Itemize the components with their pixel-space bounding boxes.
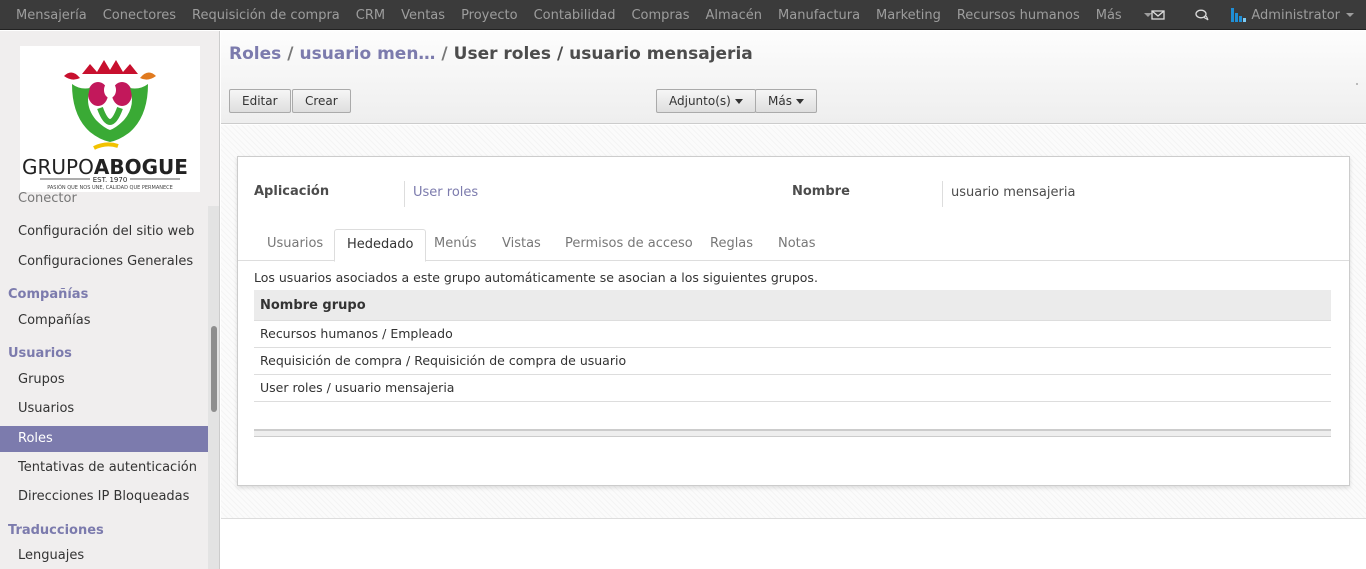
column-header-group-name[interactable]: Nombre grupo — [254, 290, 1331, 321]
more-label: Más — [768, 94, 792, 108]
table-row[interactable]: User roles / usuario mensajeria — [254, 375, 1331, 402]
sidebar-item-groups[interactable]: Grupos — [0, 367, 208, 393]
chat-icon[interactable] — [1195, 8, 1209, 22]
attachments-button[interactable]: Adjunto(s) — [656, 89, 756, 113]
sidebar-section-users[interactable]: Usuarios — [8, 346, 72, 361]
sidebar-item-general-config[interactable]: Configuraciones Generales — [0, 249, 208, 275]
sidebar-item-website-config[interactable]: Configuración del sitio web — [0, 219, 208, 245]
field-application: User roles — [404, 181, 478, 207]
sidebar-scrollbar-thumb[interactable] — [211, 326, 217, 412]
menu-contabilidad[interactable]: Contabilidad — [534, 8, 616, 23]
application-link[interactable]: User roles — [413, 185, 478, 200]
field-label-name: Nombre — [792, 184, 850, 199]
sidebar-item-blocked-ips[interactable]: Direcciones IP Bloqueadas — [0, 484, 208, 510]
field-name: usuario mensajeria — [942, 181, 1075, 207]
control-panel: Roles / usuario men… / User roles / usuario me… — [221, 31, 1366, 124]
table-row[interactable]: Requisición de compra / Requisición de c… — [254, 348, 1331, 375]
chevron-down-icon — [1346, 13, 1354, 17]
breadcrumb-separator: / — [287, 44, 294, 64]
notebook-tabs: Usuarios Hededado Menús Vistas Permisos … — [238, 229, 1349, 262]
logo-image: GRUPOABOGUE EST. 1970 PASIÓN QUE NOS UNE… — [22, 60, 188, 191]
menu-almacen[interactable]: Almacén — [706, 8, 763, 23]
table-row[interactable]: Recursos humanos / Empleado — [254, 321, 1331, 348]
logo-tagline: PASIÓN QUE NOS UNE, CALIDAD QUE PERMANEC… — [47, 184, 173, 191]
breadcrumb-separator: / — [556, 44, 564, 64]
menu-ventas[interactable]: Ventas — [401, 8, 445, 23]
more-button[interactable]: Más — [755, 89, 817, 113]
avatar — [1231, 8, 1247, 22]
menu-crm[interactable]: CRM — [356, 8, 385, 23]
tab-hededado[interactable]: Hededado — [334, 229, 427, 262]
page-title: usuario mensajeria — [569, 44, 753, 64]
logo-est: EST. 1970 — [93, 176, 128, 184]
breadcrumb-separator: / — [441, 44, 448, 64]
navbar-right: Administrator — [1151, 0, 1354, 30]
logo-brand-left: GRUPO — [22, 155, 94, 179]
tab-reglas[interactable]: Reglas — [698, 229, 765, 261]
sidebar-section-companies[interactable]: Compañías — [8, 287, 88, 302]
sidebar-item-auth-attempts[interactable]: Tentativas de autenticación — [0, 455, 208, 481]
envelope-icon[interactable] — [1151, 8, 1166, 22]
name-value: usuario mensajeria — [951, 185, 1076, 200]
breadcrumb: Roles / usuario men… / User roles / usuario me… — [229, 44, 753, 64]
sidebar-item-companies[interactable]: Compañías — [0, 308, 208, 334]
sidebar-scrollbar[interactable] — [208, 206, 219, 569]
menu-recursos-humanos[interactable]: Recursos humanos — [957, 8, 1080, 23]
inherited-groups-table: Nombre grupo Recursos humanos / Empleado… — [254, 290, 1331, 437]
menu-conectores[interactable]: Conectores — [103, 8, 176, 23]
sidebar-item-users[interactable]: Usuarios — [0, 396, 208, 422]
chevron-down-icon — [734, 99, 743, 104]
field-label-application: Aplicación — [254, 184, 330, 199]
tab-menus[interactable]: Menús — [422, 229, 488, 261]
sidebar-item-conector[interactable]: Conector — [0, 191, 208, 207]
sidebar-item-roles[interactable]: Roles — [0, 426, 208, 452]
menu-marketing[interactable]: Marketing — [876, 8, 941, 23]
inherited-help-text: Los usuarios asociados a este grupo auto… — [254, 270, 818, 285]
pager-dot — [1356, 83, 1358, 85]
sidebar-section-translations[interactable]: Traducciones — [8, 523, 104, 538]
breadcrumb-usuario-men[interactable]: usuario men… — [299, 44, 435, 64]
table-footer — [254, 429, 1331, 437]
top-navbar: Mensajería Conectores Requisición de com… — [0, 0, 1366, 30]
chevron-down-icon — [795, 99, 804, 104]
menu-mensajeria[interactable]: Mensajería — [16, 8, 87, 23]
table-row-empty — [254, 402, 1331, 429]
sidebar-item-languages[interactable]: Lenguajes — [0, 543, 208, 569]
tab-usuarios[interactable]: Usuarios — [255, 229, 335, 261]
sidebar: GRUPOABOGUE EST. 1970 PASIÓN QUE NOS UNE… — [0, 31, 220, 569]
attachments-label: Adjunto(s) — [669, 94, 731, 108]
app-menu: Mensajería Conectores Requisición de com… — [16, 0, 1168, 30]
user-menu[interactable]: Administrator — [1231, 7, 1354, 23]
form-sheet: Aplicación User roles Nombre usuario men… — [237, 156, 1350, 486]
create-button[interactable]: Crear — [292, 89, 351, 113]
tab-vistas[interactable]: Vistas — [490, 229, 553, 261]
user-name: Administrator — [1251, 7, 1340, 23]
menu-manufactura[interactable]: Manufactura — [778, 8, 860, 23]
breadcrumb-user-roles: User roles — [453, 44, 551, 64]
menu-compras[interactable]: Compras — [631, 8, 689, 23]
menu-proyecto[interactable]: Proyecto — [461, 8, 518, 23]
company-logo[interactable]: GRUPOABOGUE EST. 1970 PASIÓN QUE NOS UNE… — [20, 46, 200, 192]
breadcrumb-roles[interactable]: Roles — [229, 44, 281, 64]
edit-button[interactable]: Editar — [229, 89, 291, 113]
tab-permisos[interactable]: Permisos de acceso — [553, 229, 705, 261]
menu-mas[interactable]: Más — [1096, 8, 1152, 23]
tab-notas[interactable]: Notas — [766, 229, 828, 261]
menu-requisicion-compra[interactable]: Requisición de compra — [192, 8, 340, 23]
menu-mas-label: Más — [1095, 7, 1122, 23]
form-view: Aplicación User roles Nombre usuario men… — [221, 125, 1366, 519]
